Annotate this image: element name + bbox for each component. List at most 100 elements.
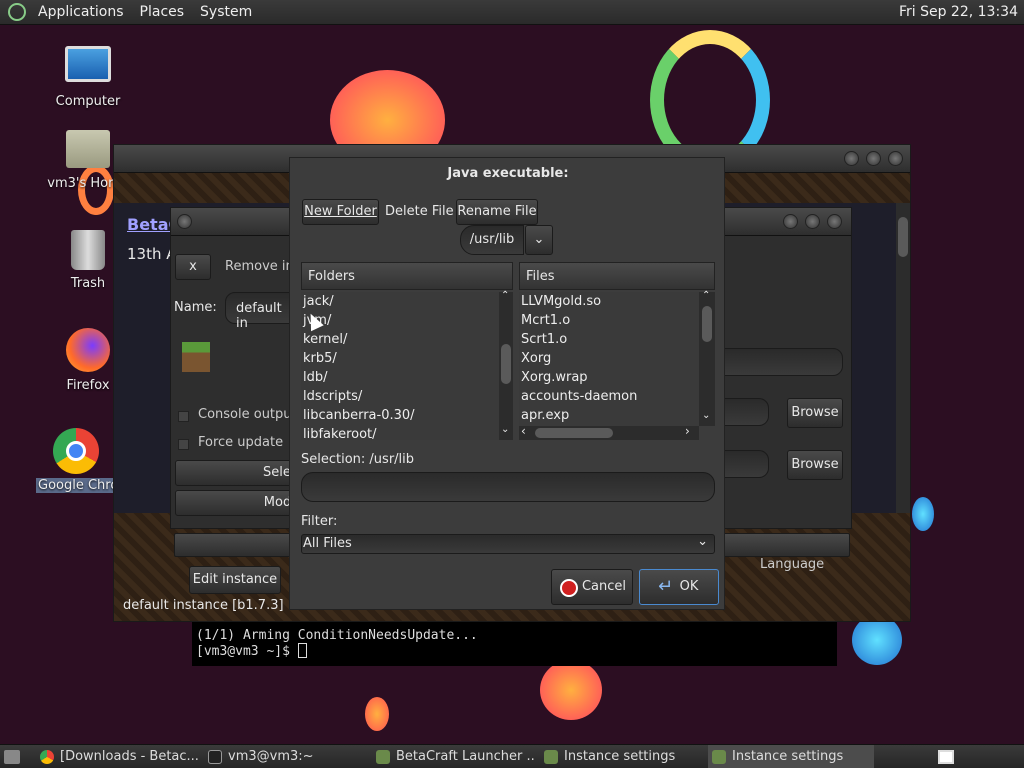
desktop-icon-label: Trash [70,276,106,291]
files-hscrollbar[interactable]: ‹ › [519,424,699,440]
console-output-label: Console output [198,407,297,422]
name-label: Name: [174,300,217,315]
instance-maximize-button[interactable] [805,214,820,229]
filter-select[interactable]: All Files ⌄ [301,534,715,554]
dialog-title: Java executable: [447,166,569,181]
terminal-prompt: [vm3@vm3 ~]$ [196,644,298,659]
instance-field-right-1[interactable] [711,348,843,376]
language-label[interactable]: Language [760,557,824,572]
chrome-icon [40,750,54,764]
list-item[interactable]: LLVMgold.so [519,292,699,311]
wallpaper-blob-small [365,697,389,731]
taskbar-item-betacraft[interactable]: BetaCraft Launcher ... [372,745,536,768]
files-header[interactable]: Files [519,262,715,290]
delete-file-button[interactable]: Delete File [385,204,454,219]
instance-min-button[interactable] [177,214,192,229]
betacraft-icon [712,750,726,764]
list-item[interactable]: kernel/ [301,330,499,349]
menu-places[interactable]: Places [132,4,193,20]
trash-icon [71,230,105,270]
taskbar: [Downloads - Betac... vm3@vm3:~ BetaCraf… [0,744,1024,768]
browse-button-1[interactable]: Browse [787,398,843,428]
menu-system[interactable]: System [192,4,260,20]
menu-applications[interactable]: Applications [30,4,132,20]
launcher-minimize-button[interactable] [844,151,859,166]
list-item[interactable]: accounts-daemon [519,387,699,406]
list-item[interactable]: Xorg.wrap [519,368,699,387]
launcher-status: default instance [b1.7.3] [123,598,284,613]
path-dropdown-button[interactable]: ⌄ [525,225,553,255]
list-item[interactable]: Xorg [519,349,699,368]
taskbar-item-instance-settings-1[interactable]: Instance settings [540,745,704,768]
workspace-switcher-icon[interactable] [938,750,954,764]
scroll-down-icon[interactable]: ⌄ [501,424,509,435]
folders-header[interactable]: Folders [301,262,513,290]
enter-arrow-icon: ↵ [658,576,674,597]
path-combo[interactable]: /usr/lib [460,225,524,255]
launcher-close-button[interactable] [888,151,903,166]
cancel-label: Cancel [581,579,627,594]
terminal-prompt-line: [vm3@vm3 ~]$ [196,643,833,659]
console-output-checkbox[interactable] [178,411,189,422]
taskbar-item-terminal[interactable]: vm3@vm3:~ [204,745,368,768]
instance-close-button[interactable] [827,214,842,229]
chevron-down-icon: ⌄ [533,232,545,247]
wallpaper-blob-cyan [852,615,902,665]
taskbar-item-downloads[interactable]: [Downloads - Betac... [36,745,200,768]
selection-input[interactable] [301,472,715,502]
system-logo-icon[interactable] [8,3,26,21]
terminal-window[interactable]: (1/1) Arming ConditionNeedsUpdate... [vm… [192,622,837,666]
launcher-scrollbar[interactable] [896,203,910,513]
folders-scrollbar[interactable]: ⌃ ⌄ [499,290,513,440]
instance-minimize-button[interactable] [783,214,798,229]
files-list[interactable]: LLVMgold.so Mcrt1.o Scrt1.o Xorg Xorg.wr… [519,292,699,426]
list-item[interactable]: jvm/ [301,311,499,330]
list-item[interactable]: ldscripts/ [301,387,499,406]
desktop-icon-label: Firefox [66,378,110,393]
scroll-up-icon[interactable]: ⌃ [702,290,710,301]
list-item[interactable]: Scrt1.o [519,330,699,349]
desktop-icon-label: Computer [55,94,121,109]
list-item[interactable]: apr.exp [519,406,699,425]
list-item[interactable]: jack/ [301,292,499,311]
scroll-down-icon[interactable]: ⌄ [702,410,710,421]
new-folder-button[interactable]: New Folder [302,199,379,225]
list-item[interactable]: krb5/ [301,349,499,368]
force-update-checkbox[interactable] [178,439,189,450]
terminal-line: (1/1) Arming ConditionNeedsUpdate... [196,628,478,643]
instance-close-x-button[interactable]: x [175,254,211,280]
list-item[interactable]: ldb/ [301,368,499,387]
edit-instance-button[interactable]: Edit instance [189,566,281,594]
rename-file-button[interactable]: Rename File [456,199,538,225]
terminal-cursor [297,643,307,658]
list-item[interactable]: libfakeroot/ [301,425,499,440]
desktop-icon-chrome[interactable]: Google Chrome [36,428,116,493]
force-update-label: Force update [198,435,284,450]
ok-button[interactable]: ↵ OK [639,569,719,605]
scroll-left-icon[interactable]: ‹ [521,424,526,438]
top-panel: Applications Places System Fri Sep 22, 1… [0,0,1024,25]
cancel-stop-icon [560,579,578,597]
show-desktop-icon[interactable] [4,750,20,764]
chrome-icon [53,428,99,474]
list-item[interactable]: Mcrt1.o [519,311,699,330]
chevron-down-icon: ⌄ [697,534,708,549]
desktop-icon-label: Google Chrome [36,478,116,493]
clock[interactable]: Fri Sep 22, 13:34 [899,4,1018,20]
betacraft-icon [376,750,390,764]
selection-label: Selection: /usr/lib [301,452,415,467]
scroll-right-icon[interactable]: › [685,424,690,438]
files-vscrollbar[interactable]: ⌃ ⌄ [699,290,715,426]
desktop-icon-computer[interactable]: Computer [43,46,133,109]
ok-label: OK [679,579,699,594]
firefox-icon [66,328,110,372]
taskbar-item-instance-settings-2[interactable]: Instance settings [708,745,874,768]
cancel-button[interactable]: Cancel [551,569,633,605]
list-item[interactable]: libcanberra-0.30/ [301,406,499,425]
computer-icon [65,46,111,82]
browse-button-2[interactable]: Browse [787,450,843,480]
scroll-up-icon[interactable]: ⌃ [501,290,509,301]
filter-label: Filter: [301,514,338,529]
folders-list[interactable]: jack/ jvm/ kernel/ krb5/ ldb/ ldscripts/… [301,292,499,440]
launcher-maximize-button[interactable] [866,151,881,166]
